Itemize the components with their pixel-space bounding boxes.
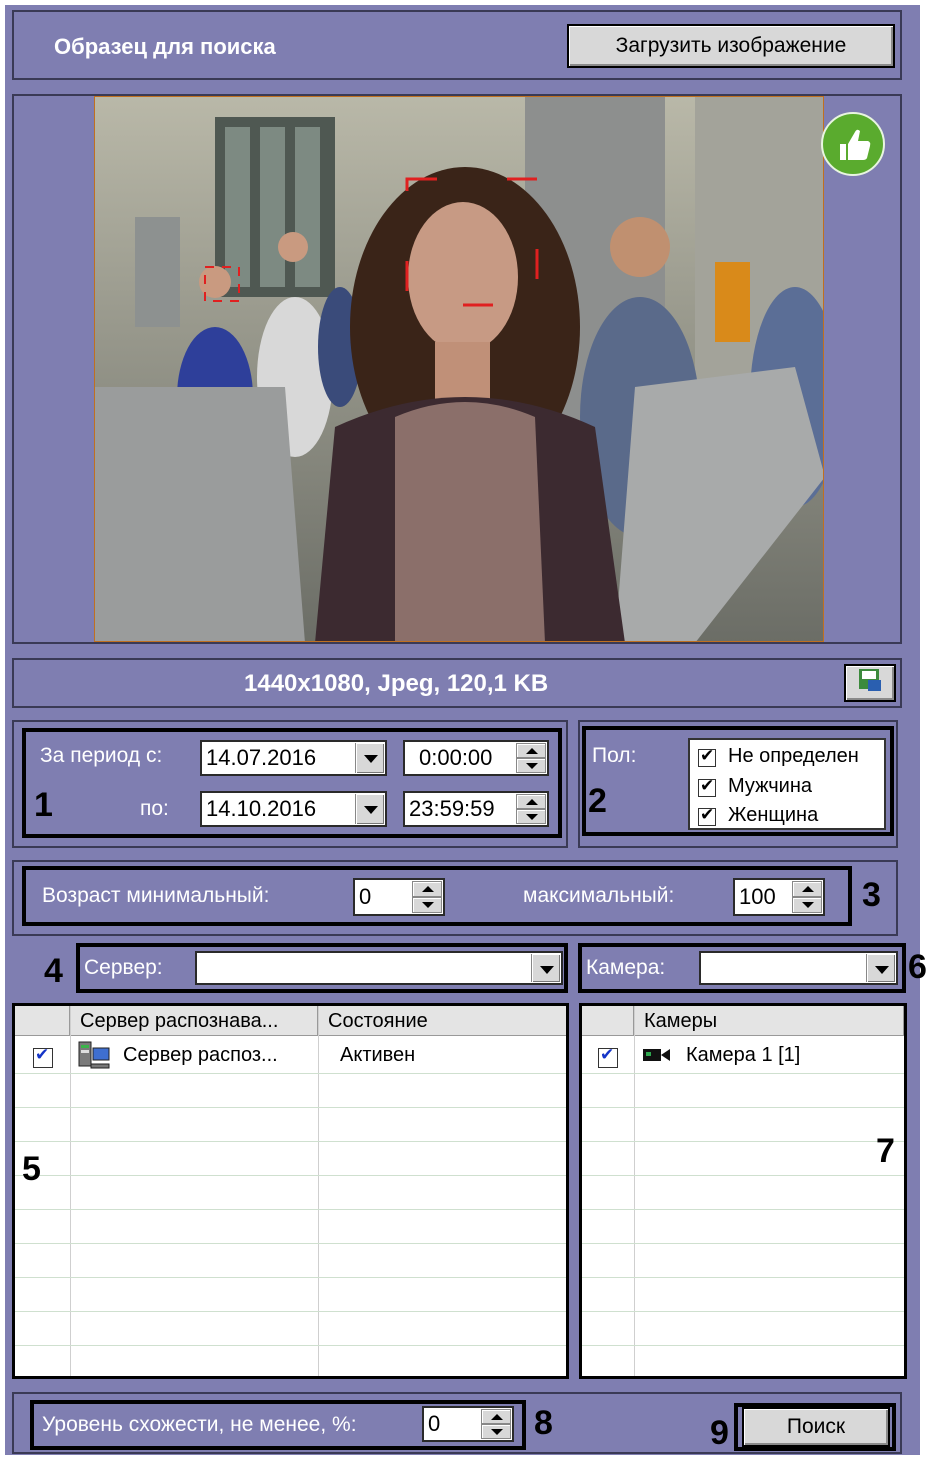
server-table-name-header[interactable]: Сервер распознава... bbox=[70, 1006, 318, 1036]
camera-table: Камеры Камера 1 [1] bbox=[579, 1003, 907, 1379]
age-max-label: максимальный: bbox=[523, 884, 675, 907]
gender-checkbox-male[interactable] bbox=[698, 776, 716, 797]
gender-label: Пол: bbox=[592, 744, 637, 767]
photo-scene bbox=[95, 97, 823, 641]
spin-arrows-icon[interactable] bbox=[481, 1409, 511, 1439]
dropdown-arrow-icon[interactable] bbox=[355, 794, 384, 824]
gender-checkbox-undefined[interactable] bbox=[698, 746, 716, 767]
dropdown-arrow-icon[interactable] bbox=[531, 954, 560, 982]
server-row-checkbox[interactable] bbox=[33, 1045, 53, 1068]
age-min-field[interactable]: 0 bbox=[353, 878, 445, 916]
header-bar: Образец для поиска Загрузить изображение bbox=[12, 10, 902, 80]
server-row-status: Активен bbox=[340, 1044, 416, 1066]
server-table-check-header bbox=[15, 1006, 70, 1036]
search-button[interactable]: Поиск bbox=[742, 1407, 890, 1447]
callout-6: 6 bbox=[908, 948, 927, 986]
save-image-icon bbox=[856, 666, 884, 700]
spin-arrows-icon[interactable] bbox=[412, 881, 442, 913]
camera-icon bbox=[642, 1046, 672, 1070]
to-date-field[interactable]: 14.10.2016 bbox=[200, 791, 387, 827]
callout-9: 9 bbox=[710, 1414, 729, 1452]
callout-7: 7 bbox=[876, 1132, 895, 1170]
to-time-field[interactable]: 23:59:59 bbox=[403, 791, 549, 827]
image-info-bar: 1440x1080, Jpeg, 120,1 KB bbox=[12, 658, 902, 708]
camera-table-name-header[interactable]: Камеры bbox=[634, 1006, 904, 1036]
server-filter-dropdown[interactable] bbox=[195, 951, 563, 985]
camera-filter-dropdown[interactable] bbox=[699, 951, 898, 985]
from-date-field[interactable]: 14.07.2016 bbox=[200, 740, 387, 776]
image-info-text: 1440x1080, Jpeg, 120,1 KB bbox=[244, 670, 549, 697]
save-image-button[interactable] bbox=[844, 664, 896, 702]
period-from-label: За период с: bbox=[40, 744, 163, 767]
dropdown-arrow-icon[interactable] bbox=[866, 954, 895, 982]
gender-checkbox-female[interactable] bbox=[698, 805, 716, 826]
camera-row-checkbox[interactable] bbox=[598, 1045, 618, 1068]
thumbs-up-icon[interactable] bbox=[821, 112, 885, 176]
callout-1: 1 bbox=[34, 786, 53, 824]
callout-2: 2 bbox=[588, 782, 607, 820]
callout-3: 3 bbox=[862, 876, 881, 914]
age-min-label: Возраст минимальный: bbox=[42, 884, 270, 907]
period-to-label: по: bbox=[140, 797, 169, 820]
spin-arrows-icon[interactable] bbox=[792, 881, 822, 913]
load-image-button[interactable]: Загрузить изображение bbox=[567, 24, 895, 68]
server-table: Сервер распознава... Состояние Сервер ра… bbox=[12, 1003, 569, 1379]
callout-8: 8 bbox=[534, 1404, 553, 1442]
header-title: Образец для поиска bbox=[54, 34, 276, 59]
gender-option-male: Мужчина bbox=[728, 775, 813, 797]
gender-option-female: Женщина bbox=[728, 804, 819, 826]
similarity-field[interactable]: 0 bbox=[422, 1406, 514, 1442]
spin-arrows-icon[interactable] bbox=[516, 743, 546, 773]
age-max-field[interactable]: 100 bbox=[733, 878, 825, 916]
from-time-field[interactable]: 0:00:00 bbox=[403, 740, 549, 776]
camera-row-name[interactable]: Камера 1 [1] bbox=[686, 1044, 800, 1067]
server-icon bbox=[77, 1040, 111, 1078]
dropdown-arrow-icon[interactable] bbox=[355, 743, 384, 773]
camera-filter-label: Камера: bbox=[586, 956, 666, 979]
camera-table-check-header bbox=[582, 1006, 634, 1036]
spin-arrows-icon[interactable] bbox=[516, 794, 546, 824]
similarity-label: Уровень схожести, не менее, %: bbox=[42, 1413, 357, 1436]
sample-photo bbox=[94, 96, 824, 642]
callout-4: 4 bbox=[44, 952, 63, 990]
server-filter-label: Сервер: bbox=[84, 956, 163, 979]
callout-5: 5 bbox=[22, 1150, 41, 1188]
server-table-status-header[interactable]: Состояние bbox=[318, 1006, 566, 1036]
server-row-name[interactable]: Сервер распоз... bbox=[123, 1044, 278, 1067]
gender-list: Не определен Мужчина Женщина bbox=[688, 738, 886, 830]
gender-option-undefined: Не определен bbox=[728, 745, 859, 767]
